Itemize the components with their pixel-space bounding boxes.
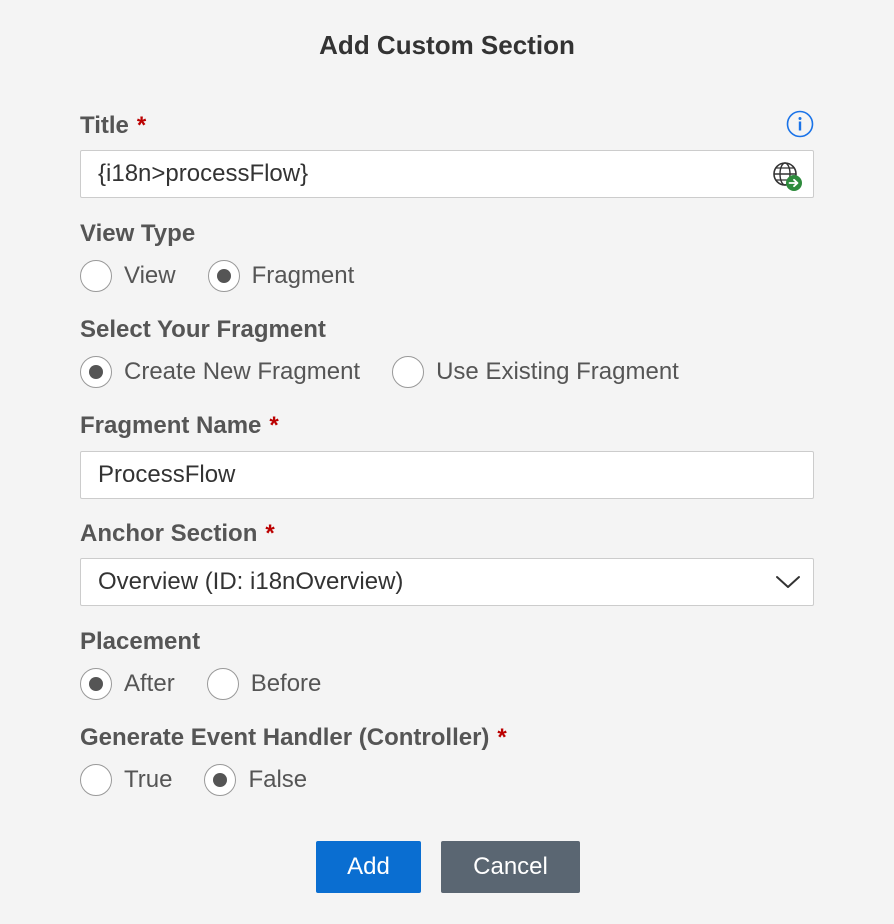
anchor-section-label: Anchor Section *: [80, 520, 275, 548]
placement-option-after[interactable]: After: [80, 668, 175, 700]
required-marker: *: [497, 724, 507, 751]
view-type-label: View Type: [80, 220, 196, 247]
radio-label: After: [124, 670, 175, 697]
radio-selected-dot: [89, 677, 103, 691]
required-marker: *: [136, 112, 147, 139]
radio-button-selected[interactable]: [204, 764, 237, 796]
event-handler-option-false[interactable]: False: [204, 764, 307, 796]
title-input[interactable]: {i18n>processFlow}: [80, 150, 814, 198]
anchor-section-select[interactable]: Overview (ID: i18nOverview): [80, 558, 814, 606]
radio-button-selected[interactable]: [207, 260, 240, 292]
select-fragment-label: Select Your Fragment: [80, 316, 326, 343]
radio-label: Before: [250, 670, 322, 697]
fragment-name-input[interactable]: ProcessFlow: [80, 451, 814, 499]
radio-label: False: [248, 766, 308, 793]
event-handler-option-true[interactable]: True: [80, 764, 172, 796]
radio-label: Fragment: [251, 262, 355, 289]
radio-button-selected[interactable]: [80, 356, 112, 388]
radio-label: Create New Fragment: [124, 358, 361, 385]
radio-button[interactable]: [80, 764, 112, 796]
view-type-option-fragment[interactable]: Fragment: [207, 260, 355, 292]
required-marker: *: [265, 520, 275, 547]
chevron-down-icon[interactable]: [775, 573, 801, 591]
anchor-section-label-text: Anchor Section: [80, 520, 258, 547]
radio-button[interactable]: [206, 668, 239, 700]
event-handler-radio-group: True False: [80, 762, 339, 798]
title-input-value: {i18n>processFlow}: [98, 160, 309, 187]
radio-button[interactable]: [80, 260, 112, 292]
fragment-option-create-new[interactable]: Create New Fragment: [80, 356, 360, 388]
placement-option-before[interactable]: Before: [206, 668, 322, 700]
fragment-option-use-existing[interactable]: Use Existing Fragment: [392, 356, 679, 388]
event-handler-label: Generate Event Handler (Controller) *: [80, 724, 507, 752]
required-marker: *: [269, 412, 279, 439]
radio-selected-dot: [213, 773, 228, 787]
radio-label: Use Existing Fragment: [436, 358, 679, 385]
event-handler-label-text: Generate Event Handler (Controller): [80, 724, 490, 751]
view-type-radio-group: View Fragment: [80, 258, 386, 294]
fragment-name-value: ProcessFlow: [98, 461, 236, 488]
fragment-name-label-text: Fragment Name: [80, 412, 262, 439]
radio-selected-dot: [216, 269, 231, 283]
anchor-section-value: Overview (ID: i18nOverview): [98, 568, 404, 595]
select-fragment-radio-group: Create New Fragment Use Existing Fragmen…: [80, 354, 711, 390]
view-type-option-view[interactable]: View: [80, 260, 176, 292]
title-label-text: Title: [80, 112, 129, 139]
placement-label: Placement: [80, 628, 201, 655]
globe-arrow-icon[interactable]: [771, 160, 803, 192]
radio-label: True: [124, 766, 173, 793]
radio-button[interactable]: [392, 356, 425, 388]
radio-button-selected[interactable]: [80, 668, 112, 700]
add-button[interactable]: Add: [316, 841, 421, 893]
title-label: Title *: [80, 112, 146, 140]
info-icon[interactable]: [786, 110, 814, 138]
fragment-name-label: Fragment Name *: [80, 412, 279, 440]
radio-label: View: [124, 262, 176, 289]
dialog-title: Add Custom Section: [319, 30, 575, 60]
placement-radio-group: After Before: [80, 666, 353, 702]
radio-selected-dot: [89, 365, 103, 379]
cancel-button[interactable]: Cancel: [441, 841, 580, 893]
